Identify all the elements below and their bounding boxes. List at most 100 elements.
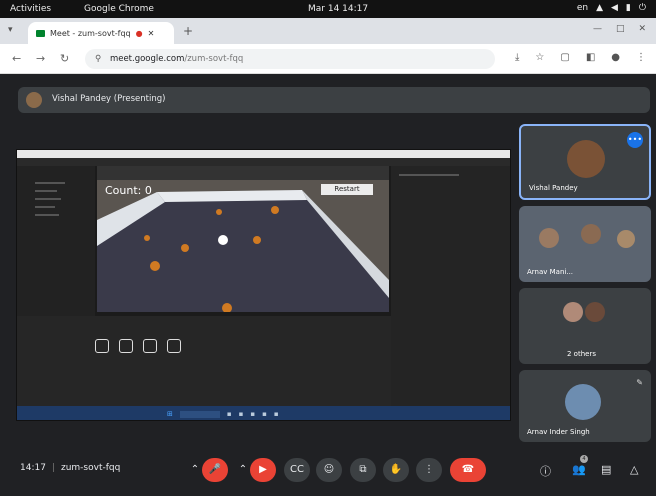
captions-button[interactable]: CC xyxy=(284,458,310,482)
participant-video xyxy=(581,224,601,244)
unity-inspector-panel xyxy=(391,166,510,406)
network-icon[interactable]: ▲ xyxy=(596,3,603,13)
participant-tile[interactable]: 2 others xyxy=(519,288,651,364)
meeting-info: 14:17 | zum-sovt-fqq xyxy=(20,463,121,473)
browser-menu-icon[interactable]: ⋮ xyxy=(636,52,646,63)
windows-taskbar: ⊞ ▪ ▪ ▪ ▪ ▪ xyxy=(17,406,510,420)
meet-favicon-icon xyxy=(36,29,45,37)
profile-avatar[interactable]: ● xyxy=(611,52,620,63)
reload-icon[interactable]: ↻ xyxy=(60,52,69,65)
extensions-icon[interactable]: ▢ xyxy=(560,52,569,63)
tab-close-icon[interactable]: ✕ xyxy=(148,29,155,38)
camera-options-icon[interactable]: ⌃ xyxy=(236,458,250,482)
participant-video xyxy=(567,140,605,178)
power-icon[interactable]: ⏻ xyxy=(639,3,646,13)
activities-icon[interactable]: △ xyxy=(630,463,638,476)
browser-toolbar: ← → ↻ ⚲ meet.google.com/zum-sovt-fqq ⤓ ☆… xyxy=(0,44,656,74)
meeting-details-icon[interactable]: ⓘ xyxy=(540,463,551,479)
minimize-icon[interactable]: — xyxy=(593,24,602,34)
url-path: /zum-sovt-fqq xyxy=(184,54,244,64)
participant-name: 2 others xyxy=(567,350,596,358)
asset-cube-icon xyxy=(119,339,133,353)
meeting-code: zum-sovt-fqq xyxy=(60,463,121,473)
mic-options-icon[interactable]: ⌃ xyxy=(188,458,202,482)
participant-name: Vishal Pandey xyxy=(529,184,578,192)
participant-video xyxy=(617,230,635,248)
recording-dot-icon: ● xyxy=(135,28,143,38)
chat-icon[interactable]: ▤ xyxy=(601,463,611,476)
end-call-button[interactable]: ☎ xyxy=(450,458,486,482)
present-button[interactable]: ⧉ xyxy=(350,458,376,482)
participant-avatar xyxy=(563,302,583,322)
presenter-banner: Vishal Pandey (Presenting) xyxy=(18,87,650,113)
taskbar-app-icon: ▪ xyxy=(238,410,244,418)
emoji-button[interactable]: ☺ xyxy=(316,458,342,482)
participant-tile[interactable]: ✎ Arnav Inder Singh xyxy=(519,370,651,442)
shared-menubar xyxy=(17,158,510,166)
activities-button[interactable]: Activities xyxy=(10,4,51,14)
mic-toggle-button[interactable]: 🎤 xyxy=(202,458,228,482)
taskbar-app-icon: ▪ xyxy=(273,410,279,418)
browser-tab-strip: ▾ Meet - zum-sovt-fqq ● ✕ + — □ ✕ xyxy=(0,18,656,44)
system-tray[interactable]: en ▲ ◀ ▮ ⏻ xyxy=(577,3,646,13)
game-floor xyxy=(97,190,389,312)
tab-search-icon[interactable]: ▾ xyxy=(8,25,13,35)
tab-title: Meet - zum-sovt-fqq xyxy=(50,28,131,38)
participant-avatar xyxy=(585,302,605,322)
forward-icon[interactable]: → xyxy=(36,52,45,65)
screen-root: Activities Google Chrome Mar 14 14:17 en… xyxy=(0,0,656,496)
window-controls: — □ ✕ xyxy=(593,24,646,34)
raise-hand-button[interactable]: ✋ xyxy=(383,458,409,482)
participant-tile[interactable]: ••• Vishal Pandey xyxy=(519,124,651,200)
maximize-icon[interactable]: □ xyxy=(616,24,625,34)
meeting-time: 14:17 xyxy=(20,463,46,473)
shared-screen[interactable]: Count: 0 Restart ⊞ ▪ ▪ ▪ ▪ ▪ xyxy=(16,149,511,421)
asset-cube-icon xyxy=(167,339,181,353)
presenter-label: Vishal Pandey (Presenting) xyxy=(52,94,166,104)
taskbar-app-icon: ▪ xyxy=(250,410,256,418)
unity-game-view: Count: 0 Restart xyxy=(97,180,389,312)
language-indicator[interactable]: en xyxy=(577,3,588,13)
asset-cube-icon xyxy=(95,339,109,353)
install-icon[interactable]: ⤓ xyxy=(515,52,519,63)
unity-hierarchy-panel xyxy=(17,166,95,316)
participant-video xyxy=(565,384,601,420)
muted-icon: ✎ xyxy=(636,378,643,387)
project-assets xyxy=(95,338,191,357)
unity-game-toolbar xyxy=(97,166,389,180)
sidepanel-icon[interactable]: ◧ xyxy=(586,52,595,63)
back-icon[interactable]: ← xyxy=(12,52,21,65)
participants-count-badge: 4 xyxy=(580,455,588,463)
participant-tile[interactable]: Arnav Mani... xyxy=(519,206,651,282)
game-count-label: Count: 0 xyxy=(105,184,152,197)
speaking-indicator-icon: ••• xyxy=(627,132,643,148)
site-info-icon[interactable]: ⚲ xyxy=(95,54,101,64)
browser-tab-meet[interactable]: Meet - zum-sovt-fqq ● ✕ xyxy=(28,22,174,44)
battery-icon[interactable]: ▮ xyxy=(626,3,631,13)
volume-icon[interactable]: ◀ xyxy=(611,3,618,13)
window-close-icon[interactable]: ✕ xyxy=(638,24,646,34)
game-restart-button[interactable]: Restart xyxy=(321,184,373,195)
participant-name: Arnav Inder Singh xyxy=(527,428,590,436)
search-box xyxy=(179,410,220,418)
camera-toggle-button[interactable]: ▶ xyxy=(250,458,276,482)
start-icon: ⊞ xyxy=(167,410,173,418)
participant-name: Arnav Mani... xyxy=(527,268,574,276)
address-bar[interactable]: ⚲ meet.google.com/zum-sovt-fqq xyxy=(85,49,495,69)
active-app-label[interactable]: Google Chrome xyxy=(84,4,154,14)
new-tab-icon[interactable]: + xyxy=(183,24,193,38)
system-clock[interactable]: Mar 14 14:17 xyxy=(308,4,368,14)
url-domain: meet.google.com xyxy=(109,54,185,64)
participant-video xyxy=(539,228,559,248)
taskbar-app-icon: ▪ xyxy=(226,410,232,418)
presenter-avatar xyxy=(26,92,42,108)
people-icon[interactable]: 👥 xyxy=(572,463,586,476)
shared-titlebar xyxy=(17,150,510,158)
bookmark-star-icon[interactable]: ☆ xyxy=(535,52,544,63)
toolbar-icons: ⤓ ☆ ▢ ◧ ● ⋮ xyxy=(515,52,646,63)
unity-project-panel xyxy=(17,316,391,406)
taskbar-app-icon: ▪ xyxy=(262,410,267,418)
more-options-button[interactable]: ⋮ xyxy=(416,458,442,482)
asset-cube-icon xyxy=(143,339,157,353)
meet-stage: Vishal Pandey (Presenting) Count: 0 Rest… xyxy=(0,74,656,496)
